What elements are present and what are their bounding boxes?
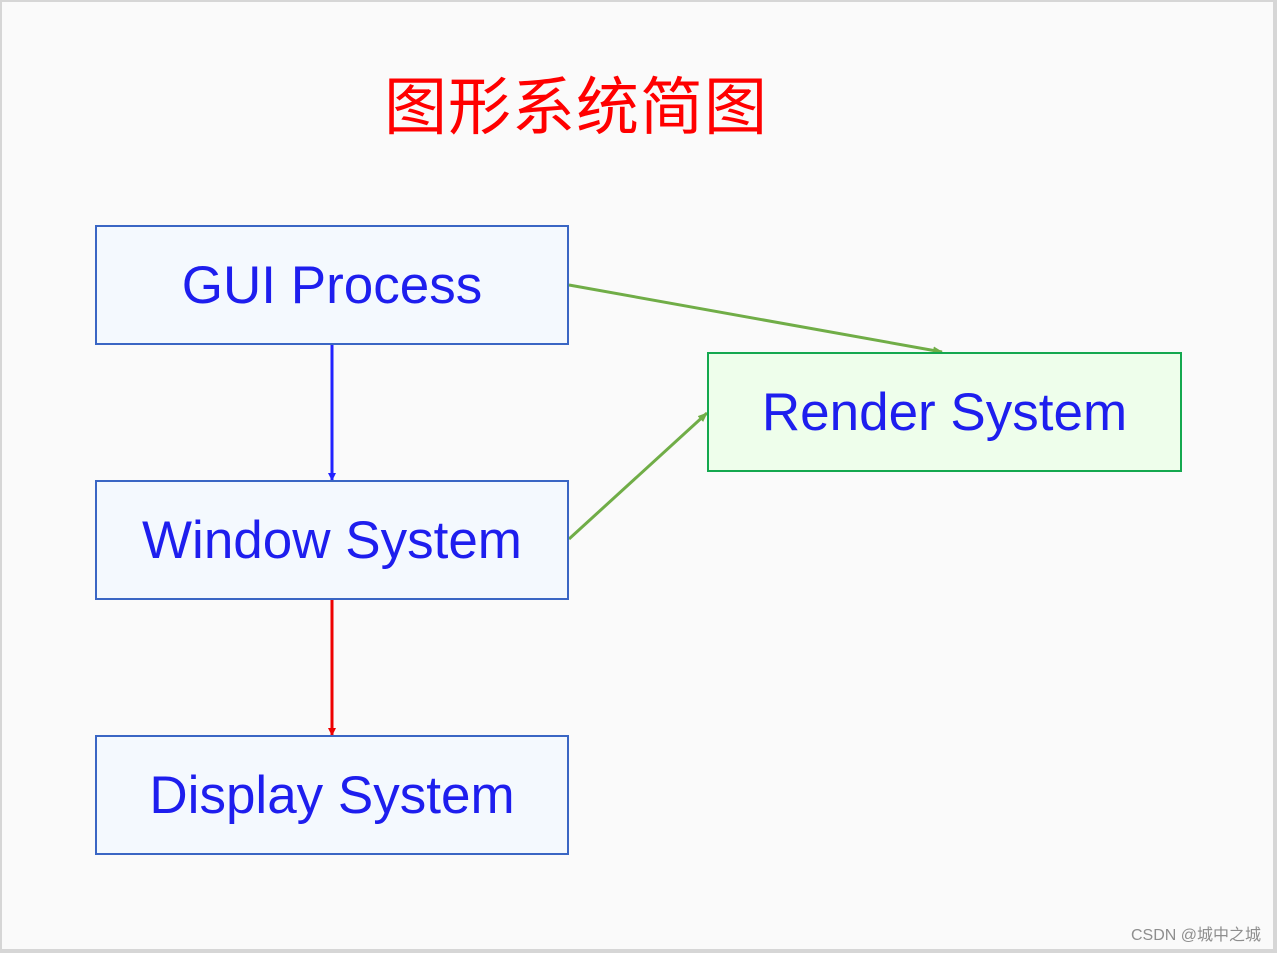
node-window-system[interactable]: Window System xyxy=(95,480,569,600)
node-label: Window System xyxy=(142,510,522,570)
diagram-title: 图形系统简图 xyxy=(384,71,768,144)
node-label: Render System xyxy=(761,382,1128,442)
node-display-system[interactable]: Display System xyxy=(95,735,569,855)
node-label: Display System xyxy=(149,765,515,825)
node-gui-process[interactable]: GUI Process xyxy=(95,225,569,345)
node-render-system[interactable]: Render System xyxy=(707,352,1182,472)
watermark: CSDN @城中之城 xyxy=(1130,927,1261,944)
node-label: GUI Process xyxy=(181,255,483,315)
